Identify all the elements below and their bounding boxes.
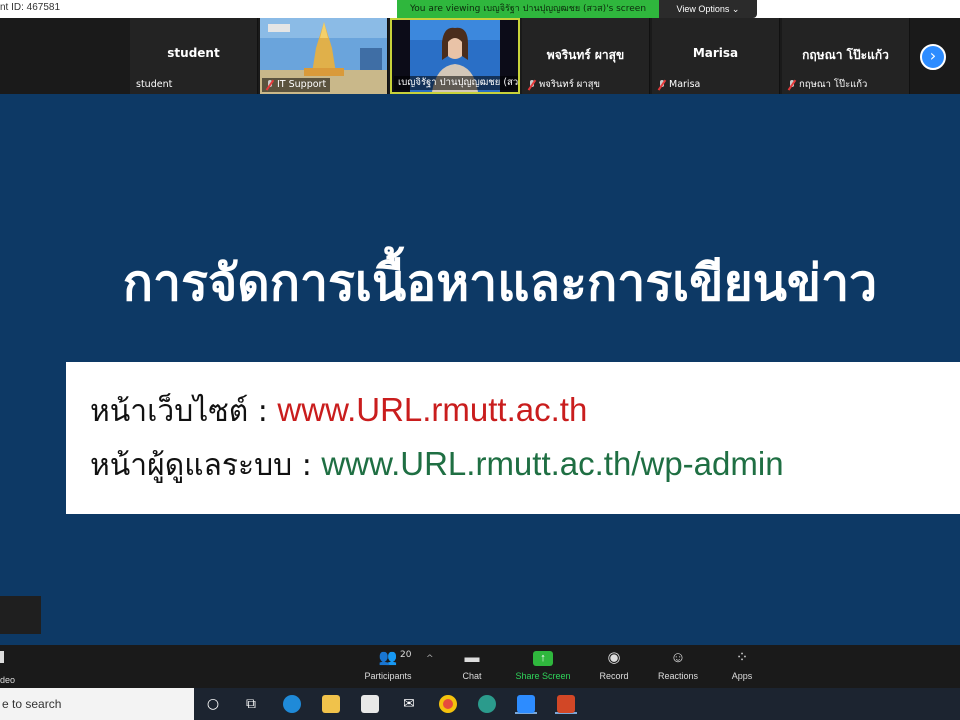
chrome-icon[interactable]	[437, 694, 459, 714]
participant-tile-it-support[interactable]: IT Support	[260, 18, 388, 94]
participant-tile-5[interactable]: กฤษณา โป๊ะแก้ว กฤษณา โป๊ะแก้ว	[782, 18, 910, 94]
file-explorer-icon[interactable]	[320, 694, 342, 714]
mail-icon[interactable]: ✉	[398, 694, 420, 714]
mic-muted-icon	[266, 80, 274, 90]
website-url: www.URL.rmutt.ac.th	[277, 391, 588, 428]
reactions-icon: ☺	[670, 649, 686, 666]
admin-url-row: หน้าผู้ดูแลระบบ : www.URL.rmutt.ac.th/wp…	[90, 442, 784, 489]
top-bar: nt ID: 467581 You are viewing เบญจิรัฐา …	[0, 0, 960, 18]
meeting-id-text: nt ID: 467581	[0, 2, 61, 13]
participant-name: กฤษณา โป๊ะแก้ว	[802, 48, 889, 62]
share-screen-label: Share Screen	[515, 671, 571, 681]
viewing-screen-banner: You are viewing เบญจิรัฐา ปานปุญญฒชย (สว…	[397, 0, 659, 18]
cortana-icon[interactable]: ○	[202, 694, 224, 714]
video-strip: student student IT Support เบญจิรัฐา ปาน…	[0, 18, 960, 94]
apps-button[interactable]: ⁘ Apps	[707, 649, 777, 681]
participants-label: Participants	[364, 671, 412, 681]
share-screen-icon: ↑	[533, 651, 553, 666]
edge-icon[interactable]	[476, 694, 498, 714]
side-video-panel[interactable]	[0, 596, 41, 634]
participant-label: IT Support	[262, 78, 331, 92]
task-view-icon[interactable]: ⧉	[240, 694, 262, 714]
participant-label-text: Marisa	[669, 79, 701, 90]
powerpoint-icon[interactable]	[555, 694, 577, 714]
participant-label-text: กฤษณา โป๊ะแก้ว	[799, 79, 868, 90]
participant-label-text: พจรินทร์ ผาสุข	[539, 79, 601, 90]
website-url-row: หน้าเว็บไซต์ : www.URL.rmutt.ac.th	[90, 388, 587, 435]
participant-label: พจรินทร์ ผาสุข	[524, 78, 604, 92]
participant-label-text: IT Support	[277, 79, 327, 90]
participant-name: พจรินทร์ ผาสุข	[546, 48, 625, 62]
chat-button[interactable]: ▬ Chat	[437, 649, 507, 681]
record-button[interactable]: ◉ Record	[579, 649, 649, 681]
store-icon[interactable]	[359, 694, 381, 714]
apps-label: Apps	[731, 671, 753, 681]
record-icon: ◉	[607, 649, 621, 666]
participants-button[interactable]: 👥 Participants	[353, 649, 423, 681]
url-box: หน้าเว็บไซต์ : www.URL.rmutt.ac.th หน้าผ…	[66, 362, 960, 514]
website-label: หน้าเว็บไซต์ :	[90, 394, 268, 429]
admin-label: หน้าผู้ดูแลระบบ :	[90, 448, 312, 483]
participant-tile-3[interactable]: พจรินทร์ ผาสุข พจรินทร์ ผาสุข	[522, 18, 650, 94]
participant-tile-marisa[interactable]: Marisa Marisa	[652, 18, 780, 94]
participant-label: Marisa	[654, 78, 704, 92]
participant-name: Marisa	[692, 46, 739, 60]
participant-label-text: student	[136, 79, 173, 90]
video-camera-icon[interactable]	[0, 651, 4, 663]
participant-label: student	[132, 78, 176, 92]
participant-label: กฤษณา โป๊ะแก้ว	[784, 78, 871, 92]
reactions-button[interactable]: ☺ Reactions	[643, 649, 713, 681]
participant-label: เบญจิรัฐา ปานปุญญฒชย (สวส)	[394, 76, 520, 90]
participants-count: 20	[400, 650, 412, 660]
record-label: Record	[599, 671, 629, 681]
next-page-arrow-icon[interactable]: ›	[920, 44, 946, 70]
participant-name: student	[167, 46, 220, 60]
slide-title: การจัดการเนื้อหาและการเขียนข่าว	[122, 254, 878, 312]
participant-tile-presenter[interactable]: เบญจิรัฐา ปานปุญญฒชย (สวส)	[390, 18, 520, 94]
chat-label: Chat	[462, 671, 482, 681]
participants-icon: 👥	[378, 649, 398, 666]
share-screen-button[interactable]: ↑ Share Screen	[508, 649, 578, 681]
edge-browser-icon[interactable]	[281, 694, 303, 714]
video-button-label[interactable]: deo	[0, 675, 15, 685]
chevron-up-icon[interactable]: ^	[426, 654, 434, 664]
taskbar-search-input[interactable]: e to search	[0, 688, 194, 720]
chat-icon: ▬	[464, 649, 480, 666]
zoom-app-icon[interactable]	[515, 694, 537, 714]
shared-screen: การจัดการเนื้อหาและการเขียนข่าว หน้าเว็บ…	[0, 94, 960, 645]
participant-label-text: เบญจิรัฐา ปานปุญญฒชย (สวส)	[398, 77, 520, 88]
mic-muted-icon	[788, 80, 796, 90]
mic-muted-icon	[658, 80, 666, 90]
participant-tile-student[interactable]: student student	[130, 18, 258, 94]
mic-muted-icon	[528, 80, 536, 90]
meeting-controls: deo 👥 Participants 20 ^ ▬ Chat ↑ Share S…	[0, 645, 960, 688]
view-options-button[interactable]: View Options ⌄	[659, 0, 757, 18]
windows-taskbar: e to search ○ ⧉ ✉	[0, 688, 960, 720]
apps-icon: ⁘	[735, 649, 749, 666]
admin-url: www.URL.rmutt.ac.th/wp-admin	[321, 445, 784, 482]
reactions-label: Reactions	[657, 671, 699, 681]
